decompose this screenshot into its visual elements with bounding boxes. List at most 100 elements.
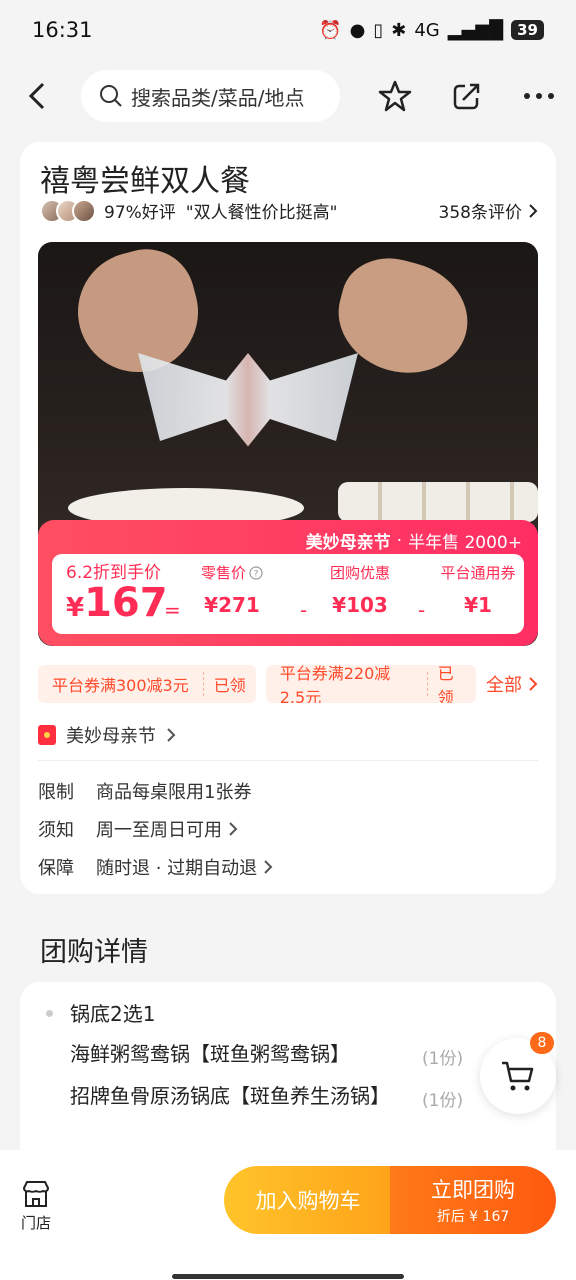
coupon-state: 已领 [213,676,246,695]
info-row-notice[interactable]: 须知 周一至周日可用 [38,816,238,842]
store-label: 门店 [20,1214,51,1232]
dot-separator: · [396,530,403,551]
minus-sign: - [300,598,308,622]
coupon-row: 平台券满300减3元 已领 平台券满220减2.5元 已领 全部 [38,664,538,704]
retail-value: ¥271 [204,593,260,617]
nav-actions [378,79,556,113]
bluetooth-icon: ✱ [391,19,407,41]
cart-button[interactable]: 8 [480,1032,556,1114]
info-value: 周一至周日可用 [96,820,222,841]
banner-festival: 美妙母亲节 [305,533,391,553]
coupon-text: 平台券满220减2.5元 [266,665,428,703]
product-title: 禧粤尝鲜双人餐 [40,164,250,199]
dish-item: 海鲜粥鸳鸯锅【斑鱼粥鸳鸯锅】 [70,1042,350,1066]
section-title: 团购详情 [40,937,148,968]
location-icon: ● [349,19,366,41]
status-bar: 16:31 ⏰ ● ▯ ✱ 4G ▂▄▆█ 39 [0,0,576,60]
info-value: 商品每桌限用1张券 [96,782,252,803]
info-key: 保障 [38,858,74,879]
equals-sign: = [164,598,181,622]
store-icon [22,1181,50,1207]
retail-price: 零售价 ? ¥271 [182,562,282,617]
product-card: 禧粤尝鲜双人餐 97%好评 "双人餐性价比挺高" 358条评价 美妙母亲节 · … [20,142,556,894]
add-to-cart-button[interactable]: 加入购物车 [224,1166,392,1234]
final-price-value: 167 [84,580,168,626]
share-button[interactable] [450,79,484,113]
avatar [72,198,96,223]
chevron-left-icon [29,82,45,110]
festival-label: 美妙母亲节 [66,726,156,747]
network-label: 4G [414,19,440,41]
buy-now-button[interactable]: 立即团购 折后 ¥ 167 [390,1166,556,1234]
dish-qty: (1份) [422,1091,464,1111]
group-value: ¥103 [332,593,388,617]
search-placeholder: 搜索品类/菜品/地点 [130,85,305,110]
buy-now-price: 折后 ¥ 167 [436,1209,510,1225]
hero-hand-left [64,242,212,386]
nav-bar: 搜索品类/菜品/地点 [0,68,576,124]
status-icons: ⏰ ● ▯ ✱ 4G ▂▄▆█ 39 [319,20,544,41]
price-breakdown: 6.2折到手价 ¥ 167 = 零售价 ? ¥271 - 团购优惠 ¥103 -… [52,554,524,634]
cart-count-badge: 8 [530,1032,554,1054]
all-coupons-link[interactable]: 全部 [476,671,538,697]
more-button[interactable] [522,79,556,113]
info-row-guarantee[interactable]: 保障 随时退 · 过期自动退 [38,854,273,880]
bottom-bar: 门店 加入购物车 立即团购 折后 ¥ 167 [0,1150,576,1280]
currency-symbol: ¥ [66,593,85,623]
chevron-right-icon [264,860,273,874]
all-coupons-label: 全部 [486,675,522,696]
home-indicator[interactable] [172,1274,404,1279]
review-count: 358条评价 [438,203,522,223]
favorite-button[interactable] [378,79,412,113]
star-icon [378,80,412,112]
cart-icon [502,1061,534,1091]
info-row-limit: 限制 商品每桌限用1张券 [38,778,251,804]
platform-label: 平台通用券 [440,564,516,582]
back-button[interactable] [20,74,55,118]
info-value: 随时退 · 过期自动退 [96,858,258,879]
dish-qty: (1份) [422,1049,464,1069]
divider [38,760,538,761]
final-price: ¥ 167 [66,580,168,626]
question-icon[interactable]: ? [249,565,263,580]
more-icon [524,93,554,99]
vibrate-icon: ▯ [373,19,384,41]
bullet-icon [46,1010,53,1017]
hero-bowls [338,482,538,522]
group-discount: 团购优惠 ¥103 [310,562,410,617]
banner-sold: 半年售 2000+ [408,533,522,553]
dish-item: 招牌鱼骨原汤锅底【斑鱼养生汤锅】 [70,1084,390,1108]
good-rate: 97%好评 [104,203,176,223]
signal-icon: ▂▄▆█ [447,19,504,41]
coupon-state: 已领 [437,665,454,703]
festival-link[interactable]: 美妙母亲节 [38,722,176,748]
info-key: 限制 [38,782,74,803]
coupon-chip[interactable]: 平台券满300减3元 已领 [38,665,256,703]
rating-row[interactable]: 97%好评 "双人餐性价比挺高" 358条评价 [40,198,538,223]
search-input[interactable]: 搜索品类/菜品/地点 [80,70,340,122]
price-banner: 美妙母亲节 · 半年售 2000+ 6.2折到手价 ¥ 167 = 零售价 ? … [38,520,538,646]
review-count-link[interactable]: 358条评价 [439,198,538,223]
alarm-icon: ⏰ [319,19,342,41]
group-label: 团购优惠 [329,564,390,582]
red-packet-icon [38,725,56,745]
minus-sign: - [418,598,426,622]
chevron-right-icon [529,677,538,691]
share-icon [453,83,480,110]
status-time: 16:31 [32,18,93,42]
coupon-chip[interactable]: 平台券满220减2.5元 已领 [265,665,476,703]
info-key: 须知 [38,820,74,841]
chevron-right-icon [529,203,538,218]
platform-value: ¥1 [464,593,492,617]
store-button[interactable]: 门店 [16,1180,56,1240]
banner-top: 美妙母亲节 · 半年售 2000+ [305,528,522,554]
svg-text:?: ? [254,569,259,579]
info-value-wrap: 随时退 · 过期自动退 [96,854,273,880]
battery-indicator: 39 [511,20,544,40]
info-value-wrap: 周一至周日可用 [96,816,238,842]
chevron-right-icon [167,728,176,742]
platform-coupon: 平台通用券 ¥1 [428,562,528,617]
chevron-right-icon [229,822,238,836]
coupon-text: 平台券满300减3元 [38,672,204,696]
retail-label: 零售价 [200,564,246,582]
